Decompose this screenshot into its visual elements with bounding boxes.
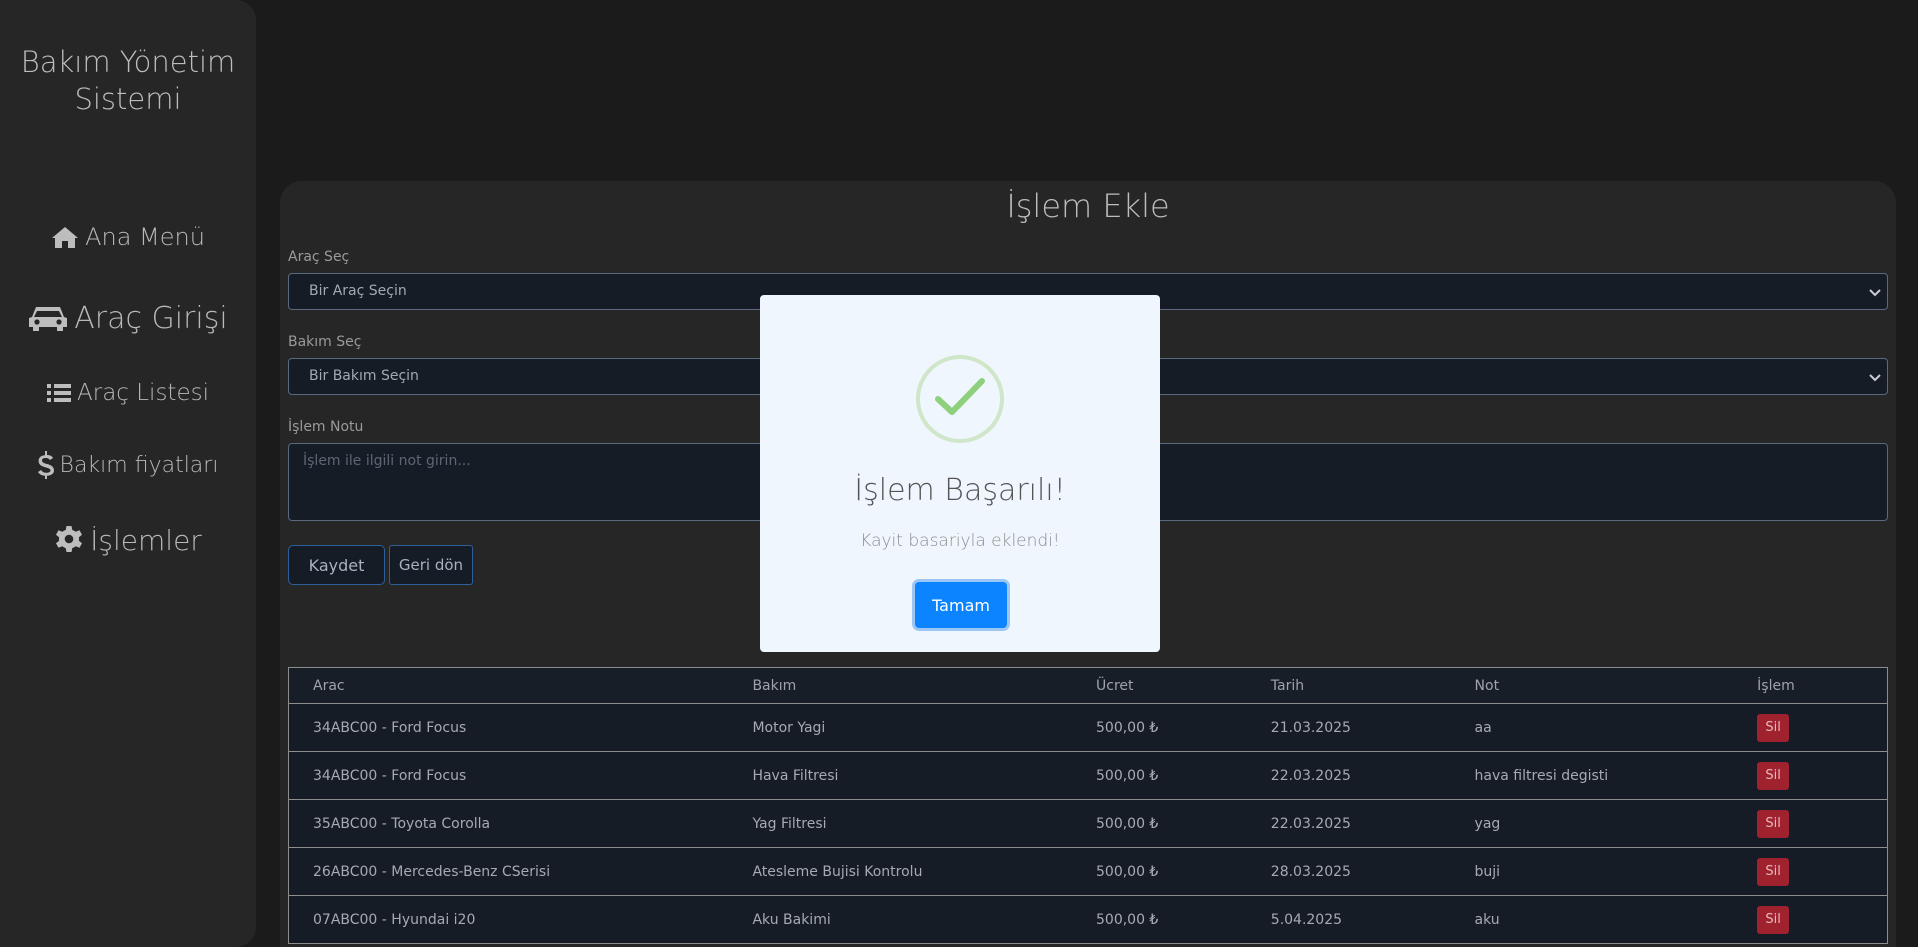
table-row: 34ABC00 - Ford Focus Hava Filtresi 500,0… xyxy=(288,752,1888,800)
cell-date: 28.03.2025 xyxy=(1270,863,1351,880)
cell-maintenance: Aku Bakimi xyxy=(752,911,831,928)
cell-vehicle: 07ABC00 - Hyundai i20 xyxy=(313,911,476,928)
cell-date: 5.04.2025 xyxy=(1270,911,1343,928)
success-modal: İşlem Başarılı! Kayit basariyla eklendi!… xyxy=(760,295,1160,652)
modal-title: İşlem Başarılı! xyxy=(854,473,1066,508)
column-header: Ücret xyxy=(1096,677,1134,694)
note-label: İşlem Notu xyxy=(288,419,364,435)
column-header: Tarih xyxy=(1270,677,1305,694)
delete-button[interactable]: Sil xyxy=(1757,713,1790,742)
ok-button[interactable]: Tamam xyxy=(915,582,1007,628)
cell-maintenance: Yag Filtresi xyxy=(752,815,827,832)
table-row: 07ABC00 - Hyundai i20 Aku Bakimi 500,00 … xyxy=(288,896,1888,944)
cell-date: 21.03.2025 xyxy=(1270,719,1351,736)
cell-note: yag xyxy=(1474,815,1501,832)
dollar-icon xyxy=(37,451,54,479)
vehicle-select-label: Araç Seç xyxy=(288,249,350,265)
maintenance-select-value: Bir Bakım Seçin xyxy=(309,368,419,384)
cell-vehicle: 34ABC00 - Ford Focus xyxy=(313,719,467,736)
maintenance-select-label: Bakım Seç xyxy=(288,334,362,350)
chevron-down-icon xyxy=(1869,289,1881,297)
delete-button[interactable]: Sil xyxy=(1757,857,1790,886)
list-icon xyxy=(47,384,71,402)
chevron-down-icon xyxy=(1869,374,1881,382)
cell-price: 500,00 ₺ xyxy=(1096,863,1159,880)
sidebar-item-label: Araç Girişi xyxy=(74,300,228,336)
brand-title: Bakım Yönetim Sistemi xyxy=(0,44,256,118)
cell-vehicle: 35ABC00 - Toyota Corolla xyxy=(313,815,491,832)
modal-message: Kayit basariyla eklendi! xyxy=(860,531,1060,551)
operations-table: Arac Bakım Ücret Tarih Not İşlem 34ABC00… xyxy=(288,667,1888,944)
column-header: İşlem xyxy=(1757,677,1795,694)
gear-icon xyxy=(56,526,83,552)
note-placeholder: İşlem ile ilgili not girin... xyxy=(303,453,471,469)
cell-price: 500,00 ₺ xyxy=(1096,719,1159,736)
table-header-row: Arac Bakım Ücret Tarih Not İşlem xyxy=(288,667,1888,704)
sidebar: Bakım Yönetim Sistemi Ana Menü Araç Giri… xyxy=(0,0,256,947)
sidebar-item-label: Bakım fiyatları xyxy=(59,452,219,478)
sidebar-item-maintenance-prices[interactable]: Bakım fiyatları xyxy=(0,450,256,480)
back-button[interactable]: Geri dön xyxy=(389,545,473,585)
cell-date: 22.03.2025 xyxy=(1270,815,1351,832)
cell-price: 500,00 ₺ xyxy=(1096,815,1159,832)
vehicle-select-value: Bir Araç Seçin xyxy=(309,283,407,299)
table-row: 35ABC00 - Toyota Corolla Yag Filtresi 50… xyxy=(288,800,1888,848)
sidebar-item-label: Araç Listesi xyxy=(77,380,209,406)
sidebar-item-label: İşlemler xyxy=(90,523,202,557)
cell-maintenance: Hava Filtresi xyxy=(752,767,839,784)
brand-line-1: Bakım Yönetim xyxy=(20,45,236,79)
save-button[interactable]: Kaydet xyxy=(288,545,385,585)
page-title: İşlem Ekle xyxy=(1006,187,1170,225)
cell-note: aa xyxy=(1474,719,1492,736)
table-row: 26ABC00 - Mercedes-Benz CSerisi Atesleme… xyxy=(288,848,1888,896)
cell-vehicle: 26ABC00 - Mercedes-Benz CSerisi xyxy=(313,863,551,880)
check-icon xyxy=(916,355,1004,443)
delete-button[interactable]: Sil xyxy=(1757,761,1790,790)
cell-note: buji xyxy=(1474,863,1501,880)
cell-vehicle: 34ABC00 - Ford Focus xyxy=(313,767,467,784)
column-header: Not xyxy=(1474,677,1500,694)
sidebar-item-vehicle-list[interactable]: Araç Listesi xyxy=(0,378,256,408)
cell-maintenance: Motor Yagi xyxy=(752,719,826,736)
delete-button[interactable]: Sil xyxy=(1757,809,1790,838)
home-icon xyxy=(52,227,79,248)
sidebar-item-label: Ana Menü xyxy=(85,223,205,251)
cell-maintenance: Atesleme Bujisi Kontrolu xyxy=(752,863,923,880)
column-header: Bakım xyxy=(752,677,797,694)
cell-note: hava filtresi degisti xyxy=(1474,767,1609,784)
car-icon xyxy=(29,307,68,331)
sidebar-item-operations[interactable]: İşlemler xyxy=(0,522,256,558)
table-row: 34ABC00 - Ford Focus Motor Yagi 500,00 ₺… xyxy=(288,704,1888,752)
cell-price: 500,00 ₺ xyxy=(1096,767,1159,784)
brand-line-2: Sistemi xyxy=(74,82,182,116)
delete-button[interactable]: Sil xyxy=(1757,905,1790,934)
cell-date: 22.03.2025 xyxy=(1270,767,1351,784)
sidebar-item-vehicle-entry[interactable]: Araç Girişi xyxy=(0,297,256,339)
column-header: Arac xyxy=(313,677,345,694)
cell-price: 500,00 ₺ xyxy=(1096,911,1159,928)
sidebar-item-home[interactable]: Ana Menü xyxy=(0,220,256,254)
cell-note: aku xyxy=(1474,911,1500,928)
